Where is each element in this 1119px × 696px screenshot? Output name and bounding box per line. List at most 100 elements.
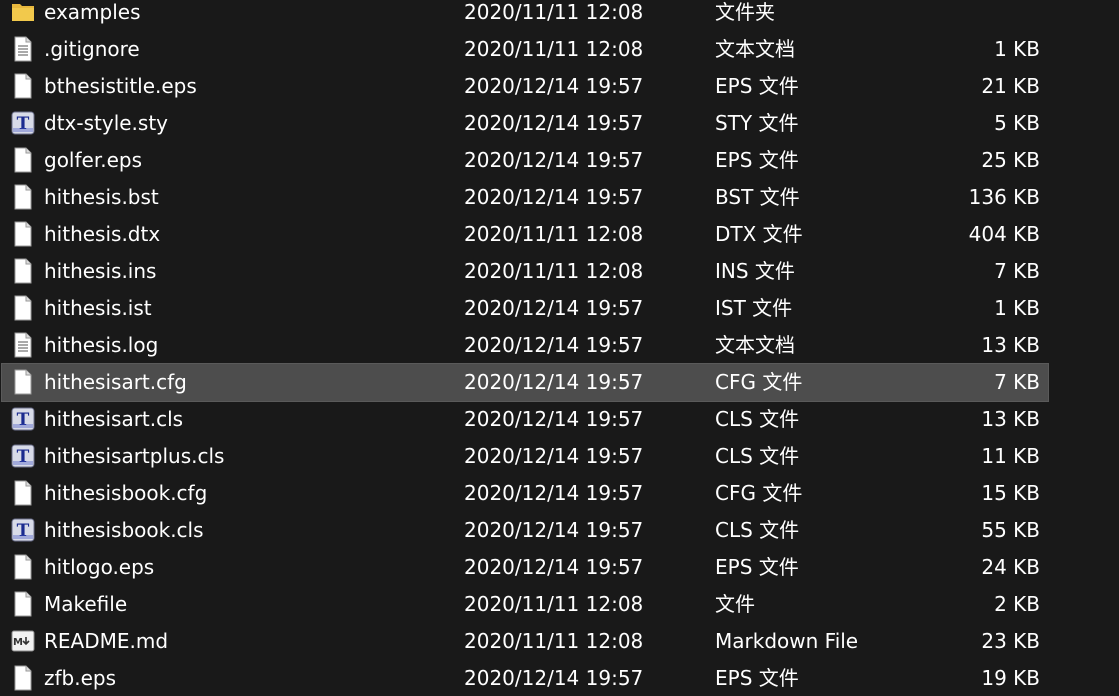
- file-type: 文本文档: [715, 333, 795, 357]
- file-type: CLS 文件: [715, 444, 800, 468]
- file-type: STY 文件: [715, 111, 799, 135]
- tex-file-icon: T: [10, 110, 36, 136]
- file-icon: [10, 184, 36, 210]
- file-type: 文本文档: [715, 37, 795, 61]
- file-type: CLS 文件: [715, 407, 800, 431]
- svg-text:M: M: [13, 637, 23, 648]
- file-date-modified: 2020/12/14 19:57: [464, 555, 644, 579]
- file-date-modified: 2020/12/14 19:57: [464, 444, 644, 468]
- file-row[interactable]: Thithesisbook.cls 2020/12/14 19:57 CLS 文件 5…: [2, 512, 1048, 549]
- file-type: CFG 文件: [715, 370, 803, 394]
- file-size: 23 KB: [981, 629, 1040, 653]
- file-icon: [10, 480, 36, 506]
- file-name: .gitignore: [44, 37, 140, 61]
- file-name: hithesisbook.cls: [44, 518, 204, 542]
- file-type: CLS 文件: [715, 518, 800, 542]
- file-row[interactable]: Tdtx-style.sty 2020/12/14 19:57 STY 文件 5 KB: [2, 105, 1048, 142]
- file-row[interactable]: hithesis.log 2020/12/14 19:57 文本文档 13 KB: [2, 327, 1048, 364]
- file-date-modified: 2020/12/14 19:57: [464, 296, 644, 320]
- file-date-modified: 2020/11/11 12:08: [464, 629, 644, 653]
- file-name: hithesisbook.cfg: [44, 481, 208, 505]
- file-size: 1 KB: [994, 296, 1040, 320]
- file-size: [822, 0, 1040, 31]
- file-row[interactable]: zfb.eps 2020/12/14 19:57 EPS 文件 19 KB: [2, 660, 1048, 696]
- file-row[interactable]: Thithesisartplus.cls 2020/12/14 19:57 CLS …: [2, 438, 1048, 475]
- file-size: 13 KB: [981, 333, 1040, 357]
- file-icon: [10, 665, 36, 691]
- file-row[interactable]: hithesis.bst 2020/12/14 19:57 BST 文件 136 KB: [2, 179, 1048, 216]
- file-row[interactable]: hithesis.ist 2020/12/14 19:57 IST 文件 1 KB: [2, 290, 1048, 327]
- file-date-modified: 2020/12/14 19:57: [464, 407, 644, 431]
- file-date-modified: 2020/12/14 19:57: [464, 518, 644, 542]
- text-file-icon: [10, 332, 36, 358]
- file-icon: [10, 73, 36, 99]
- file-row[interactable]: .gitignore 2020/11/11 12:08 文本文档 1 KB: [2, 31, 1048, 68]
- file-name: dtx-style.sty: [44, 111, 169, 135]
- file-size: 1 KB: [994, 37, 1040, 61]
- file-icon: [10, 258, 36, 284]
- file-date-modified: 2020/11/11 12:08: [464, 222, 644, 246]
- file-size: 55 KB: [981, 518, 1040, 542]
- file-list: examples 2020/11/11 12:08 文件夹 .gitignore 202…: [0, 0, 1119, 696]
- file-size: 136 KB: [968, 185, 1040, 209]
- file-size: 404 KB: [968, 222, 1040, 246]
- tex-file-icon: T: [10, 406, 36, 432]
- folder-icon: [10, 0, 36, 25]
- file-type: BST 文件: [715, 185, 800, 209]
- file-date-modified: 2020/11/11 12:08: [464, 0, 644, 24]
- file-size: 13 KB: [981, 407, 1040, 431]
- file-name: Makefile: [44, 592, 128, 616]
- file-name: README.md: [44, 629, 169, 653]
- file-name: examples: [44, 0, 141, 24]
- file-size: 24 KB: [981, 555, 1040, 579]
- file-type: EPS 文件: [715, 74, 799, 98]
- file-size: 7 KB: [994, 259, 1040, 283]
- file-row[interactable]: M README.md 2020/11/11 12:08 Markdown File 2…: [2, 623, 1048, 660]
- file-icon: [10, 221, 36, 247]
- file-date-modified: 2020/12/14 19:57: [464, 148, 644, 172]
- text-file-icon: [10, 36, 36, 62]
- file-type: INS 文件: [715, 259, 795, 283]
- file-name: golfer.eps: [44, 148, 142, 172]
- file-name: zfb.eps: [44, 666, 117, 690]
- file-size: 5 KB: [994, 111, 1040, 135]
- file-row[interactable]: examples 2020/11/11 12:08 文件夹: [2, 0, 1048, 31]
- file-date-modified: 2020/12/14 19:57: [464, 666, 644, 690]
- file-row[interactable]: Thithesisart.cls 2020/12/14 19:57 CLS 文件 13…: [2, 401, 1048, 438]
- file-name: hithesis.dtx: [44, 222, 161, 246]
- file-type: 文件: [715, 592, 755, 616]
- file-type: CFG 文件: [715, 481, 803, 505]
- file-date-modified: 2020/12/14 19:57: [464, 111, 644, 135]
- file-row[interactable]: Makefile 2020/11/11 12:08 文件 2 KB: [2, 586, 1048, 623]
- file-date-modified: 2020/11/11 12:08: [464, 259, 644, 283]
- file-date-modified: 2020/12/14 19:57: [464, 481, 644, 505]
- tex-file-icon: T: [10, 517, 36, 543]
- file-type: EPS 文件: [715, 148, 799, 172]
- file-type: EPS 文件: [715, 666, 799, 690]
- file-name: bthesistitle.eps: [44, 74, 197, 98]
- file-date-modified: 2020/12/14 19:57: [464, 333, 644, 357]
- file-row[interactable]: hithesis.dtx 2020/11/11 12:08 DTX 文件 404 KB: [2, 216, 1048, 253]
- file-type: 文件夹: [715, 0, 775, 24]
- tex-file-icon: T: [10, 443, 36, 469]
- file-row[interactable]: bthesistitle.eps 2020/12/14 19:57 EPS 文件 21…: [2, 68, 1048, 105]
- file-row[interactable]: hitlogo.eps 2020/12/14 19:57 EPS 文件 24 KB: [2, 549, 1048, 586]
- file-name: hithesis.ist: [44, 296, 152, 320]
- file-name: hithesisartplus.cls: [44, 444, 225, 468]
- file-name: hithesis.ins: [44, 259, 157, 283]
- file-row[interactable]: golfer.eps 2020/12/14 19:57 EPS 文件 25 KB: [2, 142, 1048, 179]
- file-type: EPS 文件: [715, 555, 799, 579]
- file-row[interactable]: hithesis.ins 2020/11/11 12:08 INS 文件 7 KB: [2, 253, 1048, 290]
- file-name: hithesisart.cls: [44, 407, 184, 431]
- file-icon: [10, 295, 36, 321]
- file-icon: [10, 554, 36, 580]
- file-date-modified: 2020/11/11 12:08: [464, 592, 644, 616]
- file-name: hitlogo.eps: [44, 555, 155, 579]
- file-date-modified: 2020/11/11 12:08: [464, 37, 644, 61]
- file-row[interactable]: hithesisbook.cfg 2020/12/14 19:57 CFG 文件 15…: [2, 475, 1048, 512]
- file-name: hithesis.bst: [44, 185, 159, 209]
- file-row[interactable]: hithesisart.cfg 2020/12/14 19:57 CFG 文件 7 K…: [1, 363, 1049, 402]
- file-name: hithesisart.cfg: [44, 370, 187, 394]
- file-date-modified: 2020/12/14 19:57: [464, 185, 644, 209]
- file-size: 25 KB: [981, 148, 1040, 172]
